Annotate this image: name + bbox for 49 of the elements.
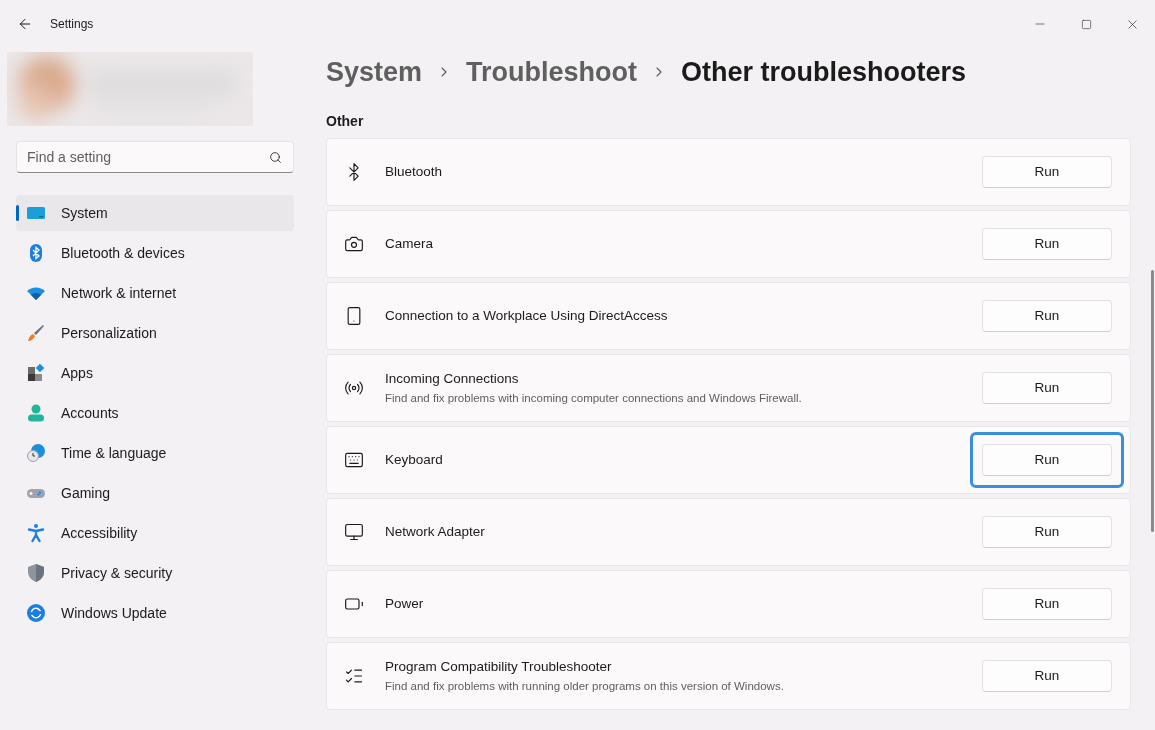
run-button[interactable]: Run xyxy=(982,372,1112,404)
run-button[interactable]: Run xyxy=(982,444,1112,476)
troubleshooter-name: Program Compatibility Troubleshooter xyxy=(385,658,613,677)
run-button[interactable]: Run xyxy=(982,228,1112,260)
run-button[interactable]: Run xyxy=(982,156,1112,188)
sidebar-item[interactable]: Apps xyxy=(16,355,294,391)
troubleshooter-name: Power xyxy=(385,594,424,613)
page-title: Other troubleshooters xyxy=(681,55,967,89)
globe-clock-icon xyxy=(26,443,46,463)
camera-icon xyxy=(344,234,364,254)
troubleshooter-name: Bluetooth xyxy=(385,162,443,181)
troubleshooter-name: Incoming Connections xyxy=(385,370,520,389)
run-button[interactable]: Run xyxy=(982,516,1112,548)
sidebar-item[interactable]: Bluetooth & devices xyxy=(16,235,294,271)
window-title: Settings xyxy=(50,16,94,32)
computer-icon xyxy=(344,522,364,542)
sidebar-item[interactable]: Accessibility xyxy=(16,515,294,551)
sidebar-item[interactable]: Time & language xyxy=(16,435,294,471)
troubleshooter-name: Network Adapter xyxy=(385,522,485,541)
run-button[interactable]: Run xyxy=(982,660,1112,692)
update-icon xyxy=(26,603,46,623)
search-field[interactable]: Find a setting xyxy=(16,141,294,173)
troubleshooter-name: Connection to a Workplace Using DirectAccess xyxy=(385,306,668,325)
accessibility-icon xyxy=(26,523,46,543)
sidebar-item[interactable]: System xyxy=(16,195,294,231)
breadcrumb-link[interactable]: System xyxy=(326,51,423,93)
run-button[interactable]: Run xyxy=(982,588,1112,620)
troubleshooter-name: Keyboard xyxy=(385,450,443,469)
troubleshooter-name: Camera xyxy=(385,234,433,253)
sidebar-item[interactable]: Accounts xyxy=(16,395,294,431)
sidebar-item[interactable]: Network & internet xyxy=(16,275,294,311)
sidebar-item[interactable]: Privacy & security xyxy=(16,555,294,591)
breadcrumb-link[interactable]: Troubleshoot xyxy=(466,51,638,93)
troubleshooter-description: Find and fix problems with running older programs on this version of Windows. xyxy=(385,678,784,694)
scrollbar[interactable] xyxy=(1151,270,1154,532)
section-heading: Other xyxy=(326,112,365,131)
maximize-icon xyxy=(1080,18,1092,30)
apps-icon xyxy=(26,363,46,383)
brush-icon xyxy=(26,323,46,343)
sidebar-item[interactable]: Personalization xyxy=(16,315,294,351)
run-button[interactable]: Run xyxy=(982,300,1112,332)
sidebar-item[interactable]: Windows Update xyxy=(16,595,294,631)
person-icon xyxy=(26,403,46,423)
search-icon xyxy=(269,151,282,164)
shield-icon xyxy=(26,563,46,583)
back-icon xyxy=(17,16,33,32)
troubleshooter-description: Find and fix problems with incoming computer connections and Windows Firewall. xyxy=(385,390,802,406)
keyboard-icon xyxy=(344,450,364,470)
sidebar-item[interactable]: Gaming xyxy=(16,475,294,511)
